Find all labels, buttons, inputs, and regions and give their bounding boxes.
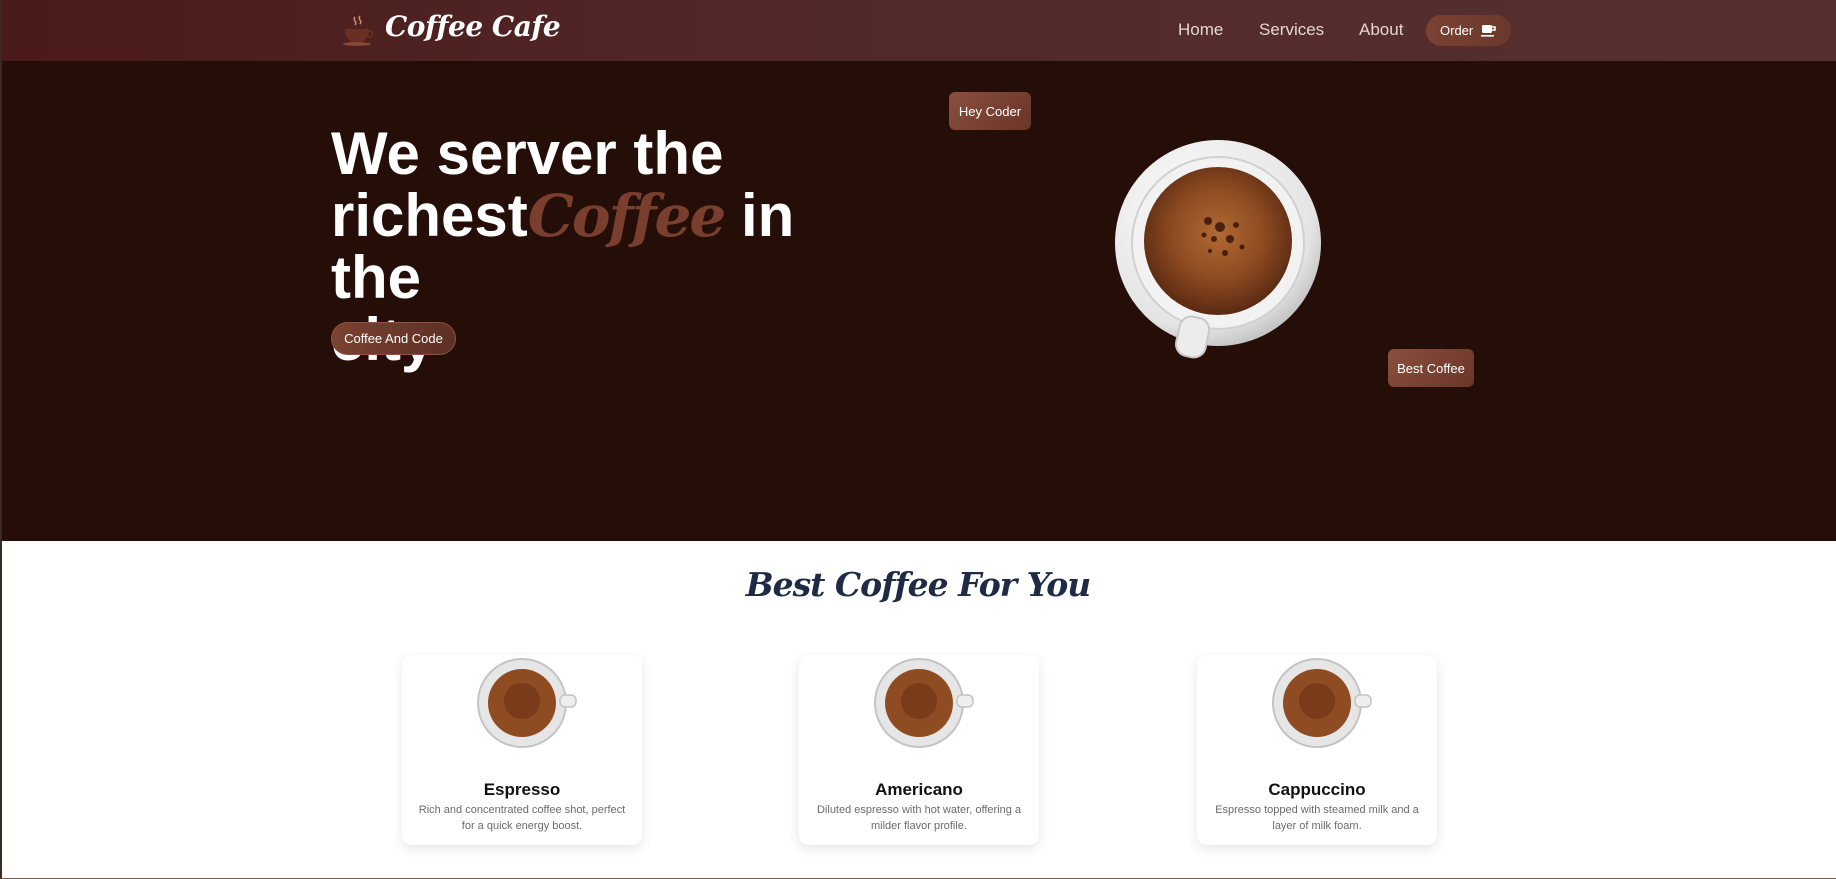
order-button-label: Order: [1440, 23, 1474, 38]
product-description: Rich and concentrated coffee shot, perfe…: [418, 804, 626, 832]
best-coffee-tag: Best Coffee: [1388, 349, 1474, 387]
hey-coder-tag: Hey Coder: [949, 92, 1031, 130]
headline-accent-word: Coffee: [527, 182, 727, 250]
coffee-steam-icon: [343, 15, 374, 46]
product-card[interactable]: Espresso Rich and concentrated coffee sh…: [402, 655, 642, 845]
product-description: Espresso topped with steamed milk and a …: [1215, 804, 1419, 832]
product-name: Americano: [875, 780, 963, 799]
coffee-and-code-button[interactable]: Coffee And Code: [331, 322, 456, 355]
section-title: Best Coffee For You: [745, 565, 1092, 604]
cappuccino-cup-image: [1272, 658, 1372, 748]
nav-link-home[interactable]: Home: [1178, 20, 1223, 40]
espresso-cup-image: [477, 658, 577, 748]
product-card[interactable]: Cappuccino Espresso topped with steamed …: [1197, 655, 1437, 845]
hero-section: [2, 61, 1836, 541]
americano-cup-image: [874, 658, 974, 748]
order-button[interactable]: Order: [1426, 15, 1511, 46]
product-card[interactable]: Americano Diluted espresso with hot wate…: [799, 655, 1039, 845]
hero-coffee-cup-image: [1115, 140, 1321, 359]
navbar: Coffee Cafe Home Services About Order: [2, 0, 1836, 61]
nav-link-services[interactable]: Services: [1259, 20, 1324, 40]
headline-line-2-start: richest: [331, 182, 528, 249]
product-name: Cappuccino: [1268, 780, 1366, 799]
brand-name[interactable]: Coffee Cafe: [385, 10, 561, 43]
navbar-inner: Coffee Cafe Home Services About Order: [333, 0, 1511, 61]
nav-link-about[interactable]: About: [1359, 20, 1403, 40]
product-description: Diluted espresso with hot water, offerin…: [816, 804, 1022, 832]
headline-line-1: We server the: [331, 120, 724, 187]
product-name: Espresso: [483, 780, 561, 799]
coffee-cup-icon: [1481, 25, 1496, 37]
